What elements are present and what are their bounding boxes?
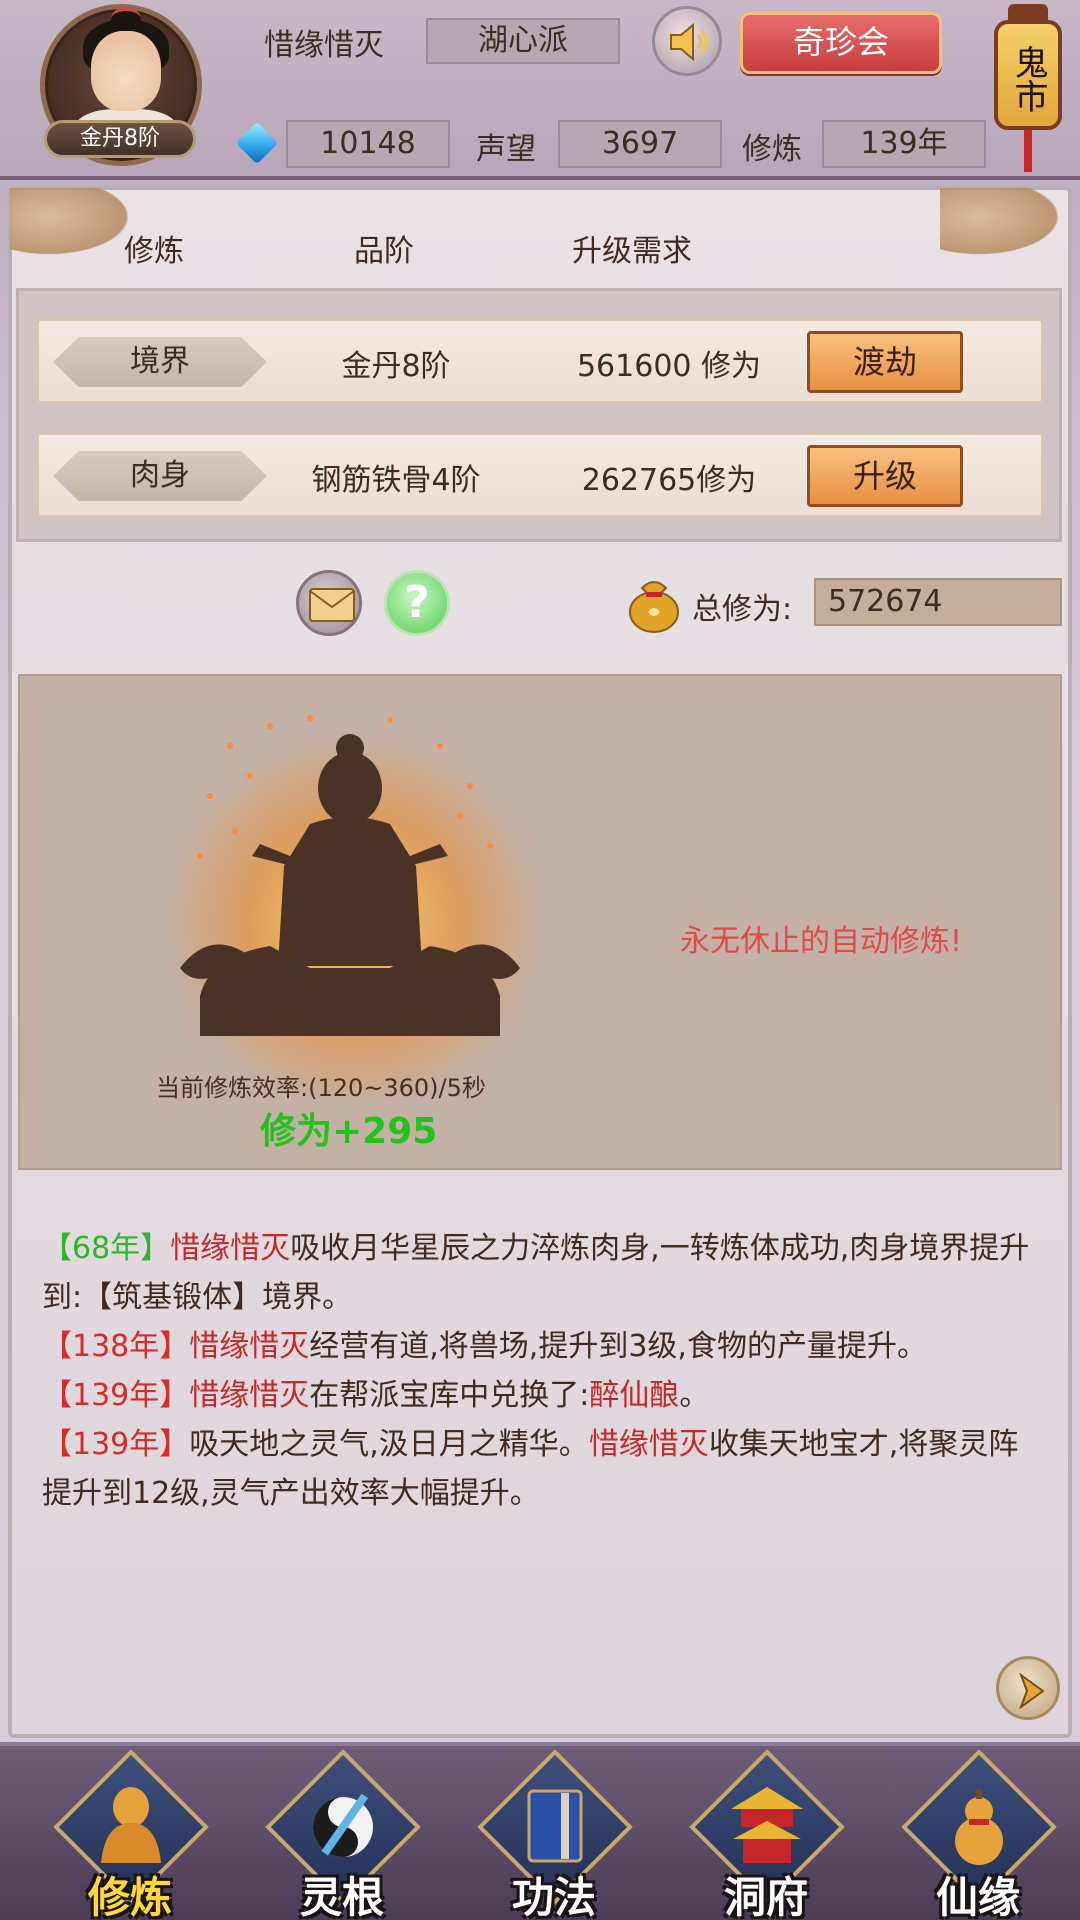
cultivation-gain: 修为+295 <box>260 1111 438 1152</box>
book-icon <box>514 1782 596 1870</box>
total-cultivation-value: 572674 <box>814 578 1062 626</box>
body-requirement: 262765修为 <box>581 463 757 498</box>
meditating-figure-icon <box>180 715 520 1036</box>
body-row: 肉身 钢筋铁骨4阶 262765修为 升级 <box>36 432 1044 518</box>
cultivation-years: 139年 <box>822 120 986 168</box>
log-text: 在帮派宝库中兑换了: <box>309 1378 590 1413</box>
log-year: 【68年】 <box>42 1231 171 1266</box>
avatar-face <box>91 31 161 111</box>
question-mark-icon: ? <box>404 577 430 628</box>
log-item: 醉仙酿 <box>589 1378 680 1413</box>
log-entry: 【68年】惜缘惜灭吸收月华星辰之力淬炼肉身,一转炼体成功,肉身境界提升到:【筑基… <box>42 1224 1042 1322</box>
log-pre-text: 吸天地之灵气,汲日月之精华。 <box>189 1427 589 1462</box>
nav-immortal-fate[interactable]: 仙缘 <box>898 1749 1058 1920</box>
log-year: 【139年】 <box>42 1427 190 1462</box>
next-page-button[interactable] <box>996 1656 1060 1720</box>
nav-cultivation[interactable]: 修炼 <box>50 1749 210 1920</box>
envelope-icon <box>309 588 355 622</box>
speaker-button[interactable] <box>652 6 722 76</box>
log-entry: 【139年】惜缘惜灭在帮派宝库中兑换了:醉仙酿。 <box>42 1371 1042 1420</box>
log-player-name: 惜缘惜灭 <box>189 1378 310 1413</box>
pagoda-icon <box>726 1782 808 1870</box>
auto-cultivate-text: 永无休止的自动修炼! <box>680 924 963 959</box>
gem-icon <box>235 121 279 165</box>
mail-button[interactable] <box>296 570 362 636</box>
nav-label: 修炼 <box>87 1873 172 1920</box>
cultivation-label: 修炼 <box>742 132 802 167</box>
help-button[interactable]: ? <box>384 570 450 636</box>
nav-spirit-root[interactable]: 灵根 <box>262 1749 422 1920</box>
nav-label: 洞府 <box>723 1873 808 1920</box>
log-year: 【138年】 <box>42 1329 190 1364</box>
body-tag: 肉身 <box>53 451 267 501</box>
column-header-cultivation: 修炼 <box>124 234 184 269</box>
speaker-icon <box>670 22 708 62</box>
log-year: 【139年】 <box>42 1378 190 1413</box>
log-entry: 【138年】惜缘惜灭经营有道,将兽场,提升到3级,食物的产量提升。 <box>42 1322 1042 1371</box>
player-name: 惜缘惜灭 <box>264 28 384 63</box>
sect-name: 湖心派 <box>426 18 620 64</box>
nav-label: 功法 <box>511 1873 596 1920</box>
realm-grade: 金丹8阶 <box>341 349 451 384</box>
cultivation-efficiency: 当前修炼效率:(120~360)/5秒 <box>156 1074 486 1102</box>
lantern-tassel <box>1024 130 1032 172</box>
total-cultivation-label: 总修为: <box>692 592 793 627</box>
body-grade: 钢筋铁骨4阶 <box>311 463 481 498</box>
ghost-market-label: 鬼市 <box>994 20 1062 130</box>
gem-count: 10148 <box>286 120 450 168</box>
event-log: 【68年】惜缘惜灭吸收月华星辰之力淬炼肉身,一转炼体成功,肉身境界提升到:【筑基… <box>42 1224 1042 1518</box>
gourd-icon <box>938 1782 1020 1870</box>
monk-icon <box>90 1782 172 1870</box>
meditation-area: 永无休止的自动修炼! 当前修炼效率:(120~360)/5秒 修为+295 <box>18 674 1062 1170</box>
log-player-name: 惜缘惜灭 <box>189 1329 310 1364</box>
log-entry: 【139年】吸天地之灵气,汲日月之精华。惜缘惜灭收集天地宝才,将聚灵阵提升到12… <box>42 1420 1042 1518</box>
money-bag-icon <box>626 570 682 634</box>
nav-cave-abode[interactable]: 洞府 <box>686 1749 846 1920</box>
nav-techniques[interactable]: 功法 <box>474 1749 634 1920</box>
ghost-market-lantern[interactable]: 鬼市 <box>988 0 1068 172</box>
tribulation-button[interactable]: 渡劫 <box>807 331 963 393</box>
realm-tag: 境界 <box>53 337 267 387</box>
realm-row: 境界 金丹8阶 561600 修为 渡劫 <box>36 318 1044 404</box>
chevron-right-icon <box>1019 1673 1045 1709</box>
log-tail: 。 <box>679 1378 710 1413</box>
yin-yang-sword-icon <box>302 1782 384 1870</box>
log-text: 经营有道,将兽场,提升到3级,食物的产量提升。 <box>309 1329 927 1364</box>
cloud-ornament-right <box>940 188 1070 260</box>
column-header-requirement: 升级需求 <box>572 234 692 269</box>
reputation-value: 3697 <box>558 120 722 168</box>
log-player-name: 惜缘惜灭 <box>170 1231 291 1266</box>
nav-label: 灵根 <box>299 1873 384 1920</box>
top-bar: 金丹8阶 惜缘惜灭 湖心派 奇珍会 鬼市 10148 声望 3697 修炼 13… <box>0 0 1080 180</box>
reputation-label: 声望 <box>476 132 536 167</box>
realm-requirement: 561600 修为 <box>576 349 762 384</box>
treasure-market-button[interactable]: 奇珍会 <box>740 12 942 74</box>
nav-label: 仙缘 <box>935 1873 1020 1920</box>
bottom-nav: 修炼 灵根 功法 洞府 仙缘 <box>0 1742 1080 1920</box>
column-header-grade: 品阶 <box>354 234 414 269</box>
upgrade-button[interactable]: 升级 <box>807 445 963 507</box>
avatar-hair-bun <box>111 7 141 31</box>
log-player-name: 惜缘惜灭 <box>588 1427 709 1462</box>
rank-badge: 金丹8阶 <box>44 120 196 158</box>
cloud-ornament-left <box>10 188 140 260</box>
